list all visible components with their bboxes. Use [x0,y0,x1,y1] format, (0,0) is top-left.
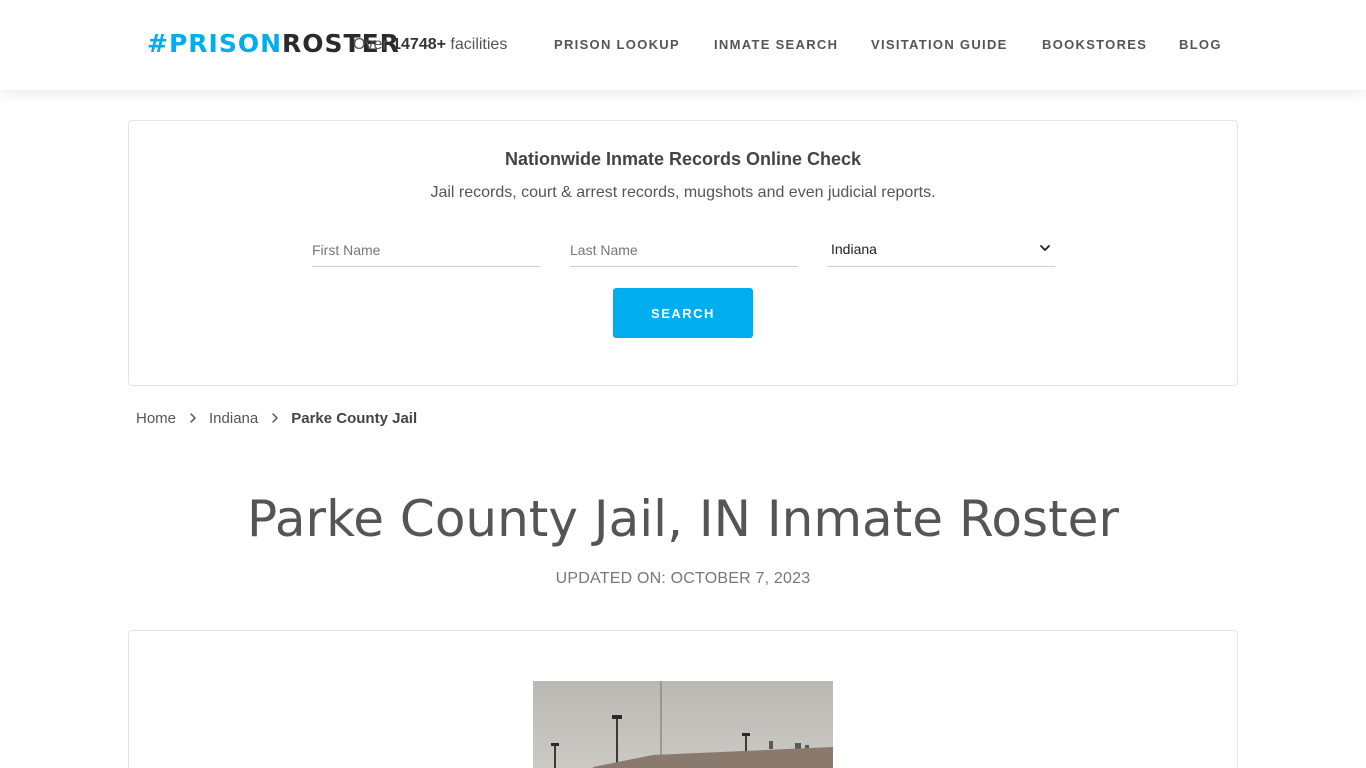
breadcrumb-state[interactable]: Indiana [209,410,258,427]
chevron-down-icon [1040,245,1050,251]
logo-hash: # [147,29,169,58]
logo-prison: PRISON [168,29,283,58]
search-card-title: Nationwide Inmate Records Online Check [504,149,862,169]
state-select-value: Indiana [831,241,877,257]
site-header: #PRISONROSTER Over 14748+ facilities PRI… [0,0,1366,90]
nav-inmate-search[interactable]: INMATE SEARCH [714,37,838,53]
state-select[interactable]: Indiana [827,233,1055,267]
breadcrumb-home[interactable]: Home [136,410,176,427]
chevron-right-icon [272,413,278,423]
first-name-input[interactable] [312,233,540,267]
search-card-subtitle: Jail records, court & arrest records, mu… [430,184,936,201]
chevron-right-icon [190,413,196,423]
facilities-suffix: facilities [450,36,508,53]
facilities-prefix: Over [353,36,388,53]
search-button[interactable]: SEARCH [613,288,753,338]
inmate-search-card: Nationwide Inmate Records Online Check J… [128,120,1238,386]
nav-bookstores[interactable]: BOOKSTORES [1042,37,1147,53]
page-title: Parke County Jail, IN Inmate Roster [247,490,1119,548]
facility-photo [533,681,833,768]
breadcrumb: Home Indiana Parke County Jail [136,408,417,428]
breadcrumb-current: Parke County Jail [291,409,418,427]
facilities-count: Over 14748+ facilities [353,35,507,55]
last-name-input[interactable] [570,233,798,267]
facility-card [128,630,1238,768]
nav-visitation-guide[interactable]: VISITATION GUIDE [871,37,1008,53]
updated-date: UPDATED ON: OCTOBER 7, 2023 [555,570,811,587]
nav-blog[interactable]: BLOG [1179,37,1222,53]
facilities-number: 14748+ [392,36,446,53]
nav-prison-lookup[interactable]: PRISON LOOKUP [554,37,680,53]
